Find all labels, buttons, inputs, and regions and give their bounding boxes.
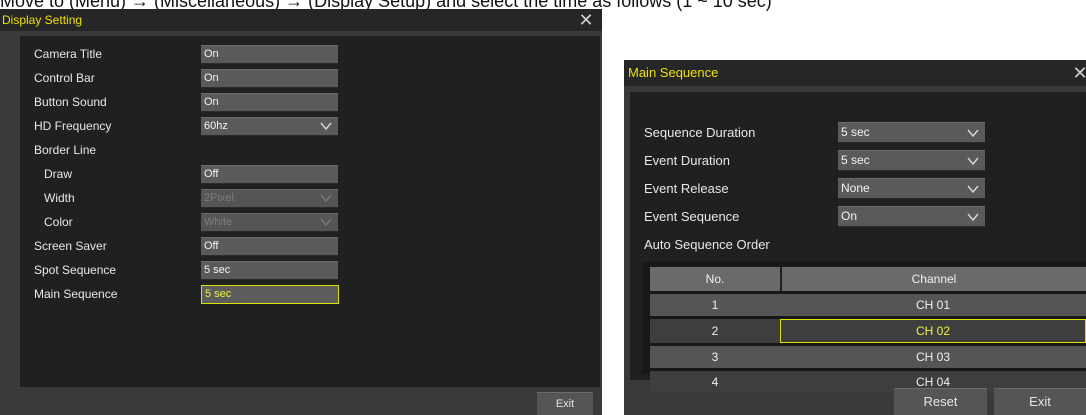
display-setting-panel: Camera Title On Control Bar On Button So…: [20, 36, 600, 387]
main-sequence-window: Main Sequence ✕ Sequence Duration 5 sec …: [624, 60, 1086, 415]
event-release-dropdown[interactable]: None: [838, 178, 985, 199]
button-sound-value: On: [204, 96, 219, 108]
chevron-down-icon: [967, 157, 979, 166]
event-duration-dropdown[interactable]: 5 sec: [838, 150, 985, 171]
draw-label: Draw: [44, 167, 73, 181]
camera-title-value: On: [204, 48, 219, 60]
column-header-no: No.: [650, 267, 780, 291]
display-setting-window: Display Setting ✕ Camera Title On Contro…: [0, 9, 602, 415]
table-row[interactable]: 2 CH 02: [650, 319, 1086, 343]
main-sequence-title: Main Sequence: [628, 65, 719, 80]
event-release-value: None: [841, 181, 870, 195]
sequence-duration-value: 5 sec: [841, 125, 870, 139]
spot-sequence-field[interactable]: 5 sec: [201, 261, 338, 280]
row-no: 1: [650, 294, 780, 316]
row-no: 2: [650, 319, 780, 343]
event-sequence-value: On: [841, 209, 858, 223]
hd-frequency-label: HD Frequency: [34, 119, 112, 133]
color-value: White: [204, 216, 233, 228]
row-no: 4: [650, 371, 780, 393]
chevron-down-icon: [967, 213, 979, 222]
width-dropdown: 2Pixel: [201, 189, 338, 208]
chevron-down-icon: [320, 218, 332, 227]
event-sequence-dropdown[interactable]: On: [838, 206, 985, 227]
sequence-duration-dropdown[interactable]: 5 sec: [838, 122, 985, 143]
main-sequence-titlebar: Main Sequence: [624, 60, 1086, 86]
column-header-channel: Channel: [780, 267, 1086, 291]
button-sound-field[interactable]: On: [201, 93, 338, 112]
main-sequence-panel: Sequence Duration 5 sec Event Duration 5…: [630, 92, 1086, 393]
screen-saver-value: Off: [204, 240, 219, 252]
hd-frequency-value: 60hz: [204, 120, 228, 132]
display-setting-exit-button[interactable]: Exit: [537, 392, 593, 415]
width-value: 2Pixel: [204, 192, 234, 204]
screen-saver-label: Screen Saver: [34, 239, 107, 253]
control-bar-label: Control Bar: [34, 71, 95, 85]
width-label: Width: [44, 191, 75, 205]
close-icon[interactable]: ✕: [1070, 63, 1086, 83]
draw-value: Off: [204, 168, 219, 180]
table-row[interactable]: 1 CH 01: [650, 294, 1086, 316]
event-release-label: Event Release: [644, 181, 729, 196]
close-icon[interactable]: ✕: [576, 10, 596, 30]
hd-frequency-dropdown[interactable]: 60hz: [201, 117, 338, 136]
spot-sequence-label: Spot Sequence: [34, 263, 117, 277]
table-header-row: No. Channel: [650, 267, 1086, 291]
main-sequence-value: 5 sec: [205, 288, 232, 300]
row-channel[interactable]: CH 01: [780, 294, 1086, 316]
event-duration-value: 5 sec: [841, 153, 870, 167]
row-channel[interactable]: CH 03: [780, 346, 1086, 368]
reset-button[interactable]: Reset: [894, 388, 987, 415]
main-sequence-exit-button[interactable]: Exit: [994, 388, 1086, 415]
draw-field[interactable]: Off: [201, 165, 338, 184]
camera-title-field[interactable]: On: [201, 45, 338, 64]
event-sequence-label: Event Sequence: [644, 209, 740, 224]
control-bar-field[interactable]: On: [201, 69, 338, 88]
display-setting-titlebar: Display Setting: [0, 9, 602, 31]
chevron-down-icon: [967, 129, 979, 138]
color-label: Color: [44, 215, 73, 229]
display-setting-title: Display Setting: [2, 13, 83, 27]
spot-sequence-value: 5 sec: [204, 264, 231, 276]
row-channel-selected[interactable]: CH 02: [780, 319, 1086, 343]
row-no: 3: [650, 346, 780, 368]
sequence-order-box: No. Channel 1 CH 01 2 CH 02 3 CH 03 4 CH…: [642, 262, 1086, 393]
chevron-down-icon: [320, 194, 332, 203]
button-sound-label: Button Sound: [34, 95, 107, 109]
border-line-label: Border Line: [34, 143, 97, 157]
auto-sequence-order-label: Auto Sequence Order: [644, 237, 770, 252]
control-bar-value: On: [204, 72, 219, 84]
camera-title-label: Camera Title: [34, 47, 103, 61]
main-sequence-field[interactable]: 5 sec: [201, 285, 339, 304]
chevron-down-icon: [320, 122, 332, 131]
color-dropdown: White: [201, 213, 338, 232]
main-sequence-label: Main Sequence: [34, 287, 118, 301]
chevron-down-icon: [967, 185, 979, 194]
table-row[interactable]: 3 CH 03: [650, 346, 1086, 368]
sequence-order-table: No. Channel 1 CH 01 2 CH 02 3 CH 03 4 CH…: [650, 264, 1086, 396]
sequence-duration-label: Sequence Duration: [644, 125, 756, 140]
screen-saver-field[interactable]: Off: [201, 237, 338, 256]
event-duration-label: Event Duration: [644, 153, 730, 168]
